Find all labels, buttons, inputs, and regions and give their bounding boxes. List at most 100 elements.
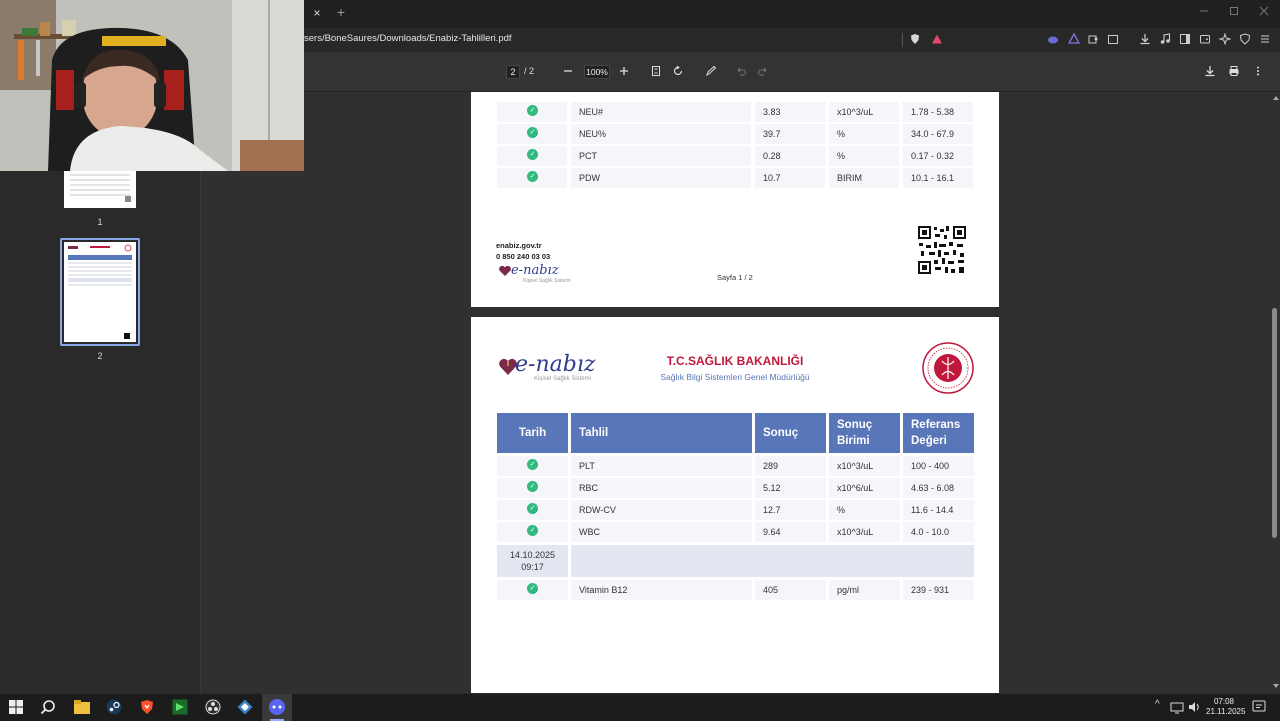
test-name: PLT	[571, 456, 752, 476]
clock-date: 21.11.2025	[1206, 707, 1246, 716]
row-status-cell: ✓	[497, 456, 568, 476]
enabiz-logo-small	[498, 264, 512, 282]
vpn-shield-icon[interactable]	[1238, 33, 1252, 47]
footer-site: enabiz.gov.tr	[496, 241, 542, 250]
window-close-icon[interactable]	[1256, 6, 1272, 20]
result-value: 9.64	[755, 522, 826, 542]
zoom-in-icon[interactable]	[617, 65, 631, 79]
thumbnail-page-1[interactable]	[64, 170, 136, 208]
test-name: NEU#	[571, 102, 751, 122]
tray-overflow-icon[interactable]: ^	[1155, 699, 1160, 710]
scroll-down-arrow[interactable]	[1273, 684, 1279, 688]
unit-value: x10^3/uL	[829, 102, 899, 122]
unit-value: %	[829, 500, 900, 520]
steam-icon[interactable]	[106, 699, 122, 720]
zoom-out-icon[interactable]	[561, 65, 575, 79]
sidebar-toggle-icon[interactable]	[1178, 33, 1192, 47]
reference-value: 100 - 400	[903, 456, 974, 476]
reference-value: 1.78 - 5.38	[903, 102, 973, 122]
extension-box-icon[interactable]	[1106, 33, 1120, 47]
thumbnail-page-2[interactable]	[64, 242, 136, 342]
heart-logo-icon	[499, 265, 511, 276]
maximize-icon[interactable]	[1226, 6, 1242, 20]
row-status-cell: ✓	[497, 102, 567, 122]
notifications-icon[interactable]	[1252, 700, 1266, 719]
download-pdf-icon[interactable]	[1203, 65, 1217, 79]
extensions-puzzle-icon[interactable]	[1086, 33, 1100, 47]
result-value: 289	[755, 456, 826, 476]
minimize-icon[interactable]	[1196, 6, 1212, 20]
viewer-scrollbar[interactable]	[1271, 92, 1279, 693]
result-value: 39.7	[755, 124, 825, 144]
url-text[interactable]: sers/BoneSaures/Downloads/Enabiz-Tahlill…	[304, 33, 512, 44]
more-options-icon[interactable]	[1251, 65, 1265, 79]
scrollbar-thumb[interactable]	[1272, 308, 1277, 538]
wallet-icon[interactable]	[1198, 33, 1212, 47]
tab-close-icon[interactable]: ×	[310, 6, 324, 20]
network-icon[interactable]	[1170, 701, 1184, 719]
active-app-highlight[interactable]	[262, 694, 292, 721]
test-name: PDW	[571, 168, 751, 188]
result-value: 405	[755, 580, 826, 600]
column-header-reference-line2: Değeri	[911, 435, 947, 447]
extension-triangle-icon[interactable]	[1067, 32, 1081, 47]
draw-icon[interactable]	[704, 65, 718, 79]
obs-icon[interactable]	[205, 699, 221, 720]
check-icon: ✓	[527, 583, 538, 594]
table-row: ✓ NEU# 3.83 x10^3/uL 1.78 - 5.38	[497, 102, 973, 122]
reference-value: 0.17 - 0.32	[903, 146, 973, 166]
unit-value: BIRIM	[829, 168, 899, 188]
leo-ai-icon[interactable]	[1218, 32, 1232, 47]
brave-rewards-icon[interactable]	[930, 33, 944, 47]
unit-value: x10^3/uL	[829, 522, 900, 542]
reference-value: 11.6 - 14.4	[903, 500, 974, 520]
check-icon: ✓	[527, 105, 538, 116]
print-icon[interactable]	[1227, 65, 1241, 79]
test-name: WBC	[571, 522, 752, 542]
pdf-page-2: e-nabız Kişisel Sağlık Sistemi T.C.SAĞLI…	[471, 317, 999, 693]
column-header-reference: Referans Değeri	[903, 413, 974, 453]
scroll-up-arrow[interactable]	[1273, 96, 1279, 100]
thumbnail-label-1: 1	[97, 217, 103, 227]
result-value: 3.83	[755, 102, 825, 122]
unit-value: %	[829, 124, 899, 144]
table-row: ✓ RDW-CV 12.7 % 11.6 - 14.4	[497, 500, 974, 520]
media-music-icon[interactable]	[1158, 33, 1172, 47]
table-row: ✓ NEU% 39.7 % 34.0 - 67.9	[497, 124, 973, 144]
search-icon[interactable]	[40, 699, 56, 720]
clock[interactable]: 07:08 21.11.2025	[1206, 697, 1246, 717]
brave-shield-icon[interactable]	[908, 33, 922, 47]
ministry-subtitle: Sağlık Bilgi Sistemleri Genel Müdürlüğü	[660, 372, 810, 382]
footer-logo-text: e-nabız	[511, 263, 559, 278]
test-name: RBC	[571, 478, 752, 498]
unit-value: x10^3/uL	[829, 456, 900, 476]
file-explorer-icon[interactable]	[74, 700, 90, 719]
volume-icon[interactable]	[1187, 700, 1201, 719]
thumbnail-sidebar: 1 2	[0, 92, 201, 693]
new-tab-icon[interactable]: +	[334, 5, 348, 19]
row-status-cell: ✓	[497, 146, 567, 166]
zoom-level-input[interactable]: 100%	[584, 65, 610, 79]
extension-cloud-icon[interactable]	[1046, 33, 1060, 47]
fit-page-icon[interactable]	[649, 65, 663, 79]
app-diamond-icon[interactable]	[237, 699, 253, 720]
windows-start-icon[interactable]	[9, 700, 23, 719]
table-row: ✓ RBC 5.12 x10^6/uL 4.63 - 6.08	[497, 478, 974, 498]
terminal-app-icon[interactable]	[172, 699, 188, 720]
check-icon: ✓	[527, 503, 538, 514]
row-status-cell: ✓	[497, 580, 568, 600]
row-status-cell: ✓	[497, 478, 568, 498]
redo-icon[interactable]	[756, 65, 770, 79]
address-separator	[902, 33, 903, 47]
page-number-input[interactable]: 2	[506, 65, 520, 79]
webcam-feed-image	[0, 0, 304, 171]
reference-value: 4.0 - 10.0	[903, 522, 974, 542]
rotate-icon[interactable]	[671, 65, 685, 79]
undo-icon[interactable]	[734, 65, 748, 79]
downloads-icon[interactable]	[1138, 33, 1152, 47]
table-row: ✓ PCT 0.28 % 0.17 - 0.32	[497, 146, 973, 166]
browser-menu-icon[interactable]	[1258, 33, 1272, 47]
page-indicator: Sayfa 1 / 2	[717, 273, 753, 282]
brave-browser-icon[interactable]	[139, 699, 155, 720]
date-group-cell: 14.10.2025 09:17	[497, 545, 568, 577]
